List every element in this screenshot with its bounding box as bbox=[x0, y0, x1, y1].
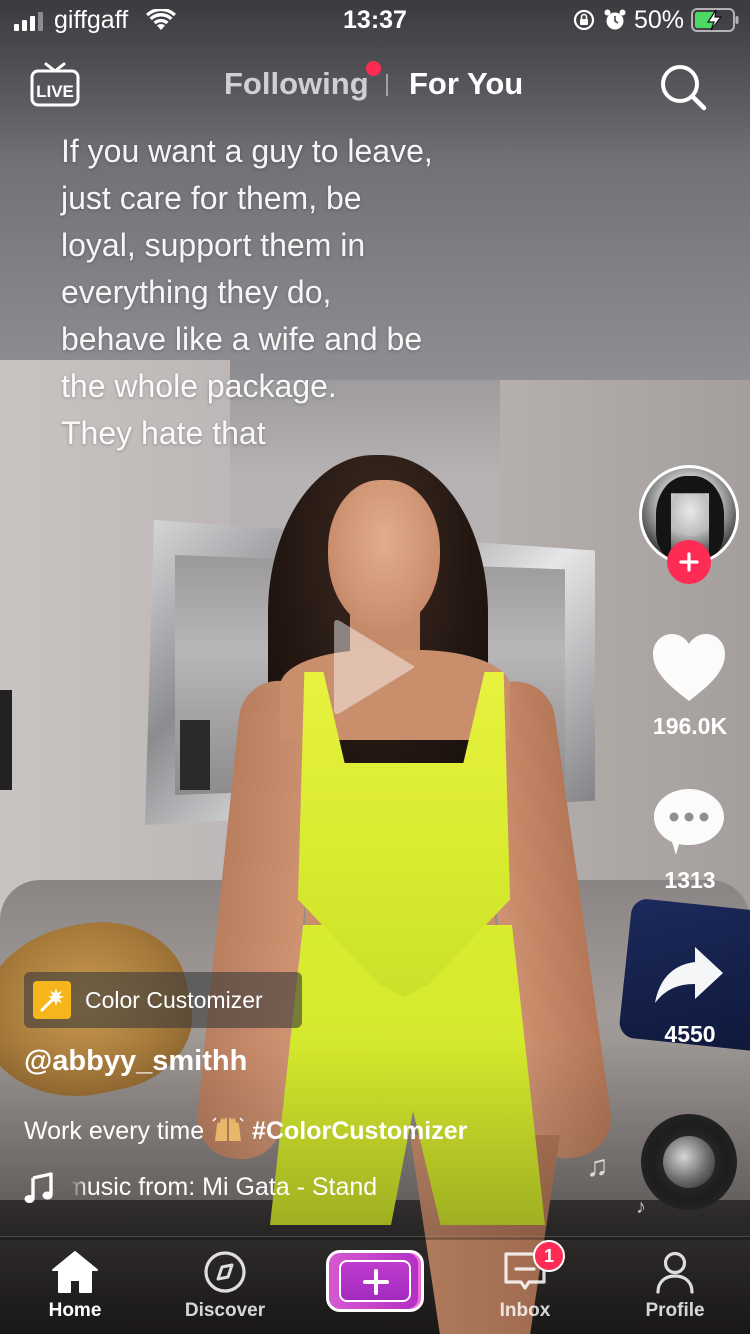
video-mirror-door bbox=[180, 720, 210, 790]
floating-music-note-icon: ♫ bbox=[586, 1150, 609, 1183]
effect-name: Color Customizer bbox=[85, 986, 263, 1013]
plus-icon bbox=[679, 552, 699, 572]
live-icon[interactable]: LIVE bbox=[30, 60, 80, 108]
like-count: 196.0K bbox=[652, 713, 728, 739]
tab-home-label: Home bbox=[48, 1300, 102, 1321]
tab-home[interactable]: Home bbox=[15, 1236, 135, 1334]
heart-icon[interactable] bbox=[651, 633, 727, 703]
nav-separator bbox=[386, 74, 388, 96]
music-note-icon bbox=[24, 1172, 53, 1203]
tab-discover-label: Discover bbox=[184, 1300, 266, 1321]
video-person-face bbox=[328, 480, 440, 630]
share-count: 4550 bbox=[664, 1021, 716, 1047]
video-description: Work every time #ColorCustomizer bbox=[24, 1115, 467, 1146]
live-label: LIVE bbox=[36, 82, 74, 101]
creator-username[interactable]: @abbyy_smithh bbox=[24, 1045, 247, 1078]
plus-icon bbox=[363, 1269, 389, 1295]
video-overlay-text: If you want a guy to leave, just care fo… bbox=[61, 133, 433, 451]
tab-discover[interactable]: Discover bbox=[165, 1236, 285, 1334]
alarm-icon bbox=[604, 9, 626, 30]
status-bar: giffgaff 13:37 50% bbox=[0, 0, 750, 42]
video-picture-frame bbox=[0, 690, 12, 790]
search-icon[interactable] bbox=[658, 62, 708, 112]
music-track-text: music from: Mi Gata - Stand bbox=[70, 1173, 378, 1201]
comment-icon[interactable] bbox=[652, 787, 726, 857]
avatar-face bbox=[670, 486, 710, 536]
tab-profile-label: Profile bbox=[645, 1300, 705, 1321]
battery-percent: 50% bbox=[634, 6, 685, 34]
profile-icon bbox=[656, 1251, 694, 1294]
tab-inbox-label: Inbox bbox=[499, 1300, 551, 1321]
compass-icon bbox=[204, 1251, 246, 1293]
create-button-inner bbox=[339, 1260, 411, 1302]
inbox-notification-badge: 1 bbox=[533, 1240, 565, 1272]
lock-rotation-icon bbox=[573, 9, 595, 31]
create-button[interactable] bbox=[326, 1250, 424, 1312]
floating-music-note-small-icon: ♪ bbox=[636, 1196, 646, 1218]
music-track-marquee[interactable]: music from: Mi Gata - Stand bbox=[70, 1173, 415, 1202]
tab-profile[interactable]: Profile bbox=[615, 1236, 735, 1334]
play-icon[interactable] bbox=[332, 615, 418, 719]
tab-for-you[interactable]: For You bbox=[409, 66, 523, 102]
battery-icon bbox=[691, 8, 739, 32]
effect-chip[interactable]: Color Customizer bbox=[24, 972, 302, 1028]
tab-inbox[interactable]: Inbox bbox=[465, 1236, 585, 1334]
music-disc[interactable] bbox=[641, 1114, 737, 1210]
effect-icon bbox=[33, 981, 71, 1019]
following-notification-dot bbox=[366, 61, 381, 76]
hashtag-link[interactable]: #ColorCustomizer bbox=[252, 1117, 467, 1145]
share-icon[interactable] bbox=[653, 945, 725, 1007]
sparkle-icon bbox=[40, 988, 64, 1012]
raising-hands-emoji-icon bbox=[211, 1115, 245, 1143]
follow-button[interactable] bbox=[667, 540, 711, 584]
description-text: Work every time bbox=[24, 1117, 205, 1145]
home-icon bbox=[52, 1251, 98, 1293]
music-disc-cover bbox=[663, 1136, 715, 1188]
comment-count: 1313 bbox=[664, 867, 716, 893]
tab-following[interactable]: Following bbox=[224, 66, 369, 102]
